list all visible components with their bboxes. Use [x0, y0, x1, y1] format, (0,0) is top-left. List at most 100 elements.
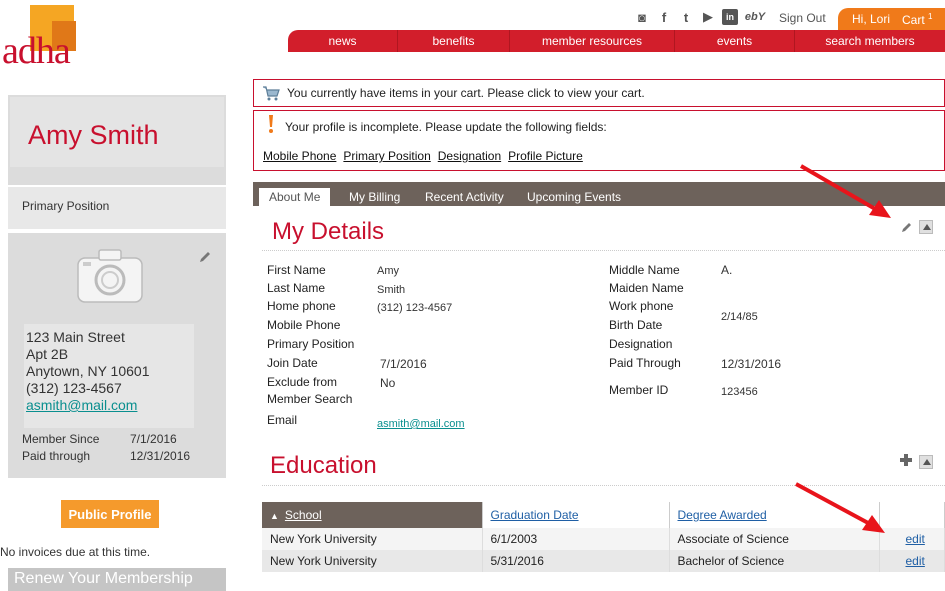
twitter-icon[interactable]: t	[678, 9, 694, 25]
cart-link[interactable]: Cart 1	[902, 12, 932, 27]
exclude-label-line1: Exclude from	[267, 375, 338, 389]
table-row: New York University 5/31/2016 Bachelor o…	[262, 550, 945, 572]
tab-about-me[interactable]: About Me	[259, 188, 331, 206]
last-name-value: Smith	[377, 284, 406, 296]
member-id-value: 123456	[721, 386, 758, 398]
primary-position-card: Primary Position	[8, 187, 226, 229]
tab-recent-activity[interactable]: Recent Activity	[415, 188, 514, 206]
missing-field-profile-picture[interactable]: Profile Picture	[508, 149, 583, 163]
member-since-label: Member Since	[22, 432, 100, 446]
logo-text: adha	[2, 30, 71, 72]
social-links: ◙ f t ▶ in ebY	[634, 8, 766, 26]
edit-photo-pencil-icon[interactable]	[198, 250, 212, 264]
mobile-phone-label: Mobile Phone	[267, 318, 341, 332]
facebook-icon[interactable]: f	[656, 9, 672, 25]
missing-fields-list: Mobile Phone Primary Position Designatio…	[263, 149, 583, 163]
join-date-label: Join Date	[267, 356, 318, 370]
shopping-cart-icon	[263, 86, 280, 101]
profile-incomplete-text: Your profile is incomplete. Please updat…	[285, 120, 607, 134]
missing-field-mobile-phone[interactable]: Mobile Phone	[263, 149, 336, 163]
tab-my-billing[interactable]: My Billing	[339, 188, 410, 206]
tab-upcoming-events[interactable]: Upcoming Events	[517, 188, 631, 206]
address-street: 123 Main Street	[26, 329, 125, 345]
user-cart-tab[interactable]: Hi, Lori Cart 1	[838, 8, 945, 30]
add-education-plus-icon[interactable]	[900, 454, 912, 466]
column-school-label: School	[284, 508, 322, 522]
cart-notice[interactable]: You currently have items in your cart. P…	[253, 79, 945, 107]
address-block: 123 Main Street Apt 2B Anytown, NY 10601…	[24, 324, 194, 428]
middle-name-value: A.	[721, 263, 733, 277]
no-invoices-text: No invoices due at this time.	[0, 545, 151, 559]
nav-item-benefits[interactable]: benefits	[398, 30, 510, 52]
public-profile-button[interactable]: Public Profile	[61, 500, 159, 528]
missing-field-designation[interactable]: Designation	[438, 149, 501, 163]
first-name-value: Amy	[377, 265, 399, 277]
cell-degree: Bachelor of Science	[669, 550, 880, 572]
member-name: Amy Smith	[28, 120, 159, 150]
details-divider	[262, 250, 945, 251]
cell-school: New York University	[262, 550, 483, 572]
nav-item-news[interactable]: news	[288, 30, 398, 52]
address-phone: (312) 123-4567	[26, 380, 122, 396]
ebay-icon[interactable]: ebY	[744, 9, 766, 25]
cart-label: Cart	[902, 12, 925, 27]
camera-icon[interactable]	[77, 248, 143, 303]
address-city: Anytown, NY 10601	[26, 363, 150, 379]
my-details-heading: My Details	[272, 218, 385, 245]
middle-name-label: Middle Name	[609, 263, 680, 277]
paid-through-label: Paid through	[22, 449, 91, 463]
education-heading: Education	[270, 452, 377, 479]
designation-label: Designation	[609, 337, 673, 351]
linkedin-icon[interactable]: in	[722, 9, 738, 25]
address-apt: Apt 2B	[26, 346, 69, 362]
maiden-name-label: Maiden Name	[609, 281, 684, 295]
membership-dates: Member Since 7/1/2016 Paid through 12/31/2…	[22, 432, 190, 466]
missing-field-primary-position[interactable]: Primary Position	[343, 149, 430, 163]
join-date-value: 7/1/2016	[380, 357, 427, 371]
collapse-up-icon	[923, 224, 931, 230]
work-phone-label: Work phone	[609, 299, 674, 313]
email-link[interactable]: asmith@mail.com	[377, 418, 465, 430]
nav-item-search-members[interactable]: search members	[795, 30, 945, 52]
nav-item-member-resources[interactable]: member resources	[510, 30, 675, 52]
home-phone-value: (312) 123-4567	[377, 302, 453, 314]
adha-logo[interactable]: adha	[0, 5, 85, 72]
last-name-label: Last Name	[267, 281, 326, 295]
annotation-arrow-icon	[795, 482, 885, 533]
member-name-card: Amy Smith	[8, 95, 226, 185]
column-graduation-date[interactable]: Graduation Date	[482, 502, 670, 528]
birth-date-value: 2/14/85	[721, 311, 758, 323]
email-label: Email	[267, 413, 298, 427]
exclude-value: No	[380, 376, 396, 390]
home-phone-label: Home phone	[267, 299, 336, 313]
paid-through-value: 12/31/2016	[130, 449, 191, 463]
instagram-icon[interactable]: ◙	[634, 9, 650, 25]
member-since-value: 7/1/2016	[130, 432, 177, 446]
column-school[interactable]: ▲ School	[262, 502, 483, 528]
cell-graduation-date: 5/31/2016	[482, 550, 670, 572]
paid-through-field-label: Paid Through	[609, 356, 681, 370]
edit-details-pencil-icon[interactable]	[901, 221, 913, 233]
user-greeting[interactable]: Hi, Lori	[852, 12, 890, 26]
youtube-icon[interactable]: ▶	[700, 9, 716, 25]
annotation-arrow-icon	[799, 164, 891, 218]
primary-position-label: Primary Position	[22, 199, 110, 213]
collapse-details-button[interactable]	[919, 220, 933, 234]
paid-through-field-value: 12/31/2016	[721, 357, 782, 371]
renew-membership-button[interactable]: Renew Your Membership	[8, 568, 226, 591]
edit-education-link[interactable]: edit	[879, 550, 945, 572]
nav-item-events[interactable]: events	[675, 30, 795, 52]
sign-out-link[interactable]: Sign Out	[779, 11, 826, 25]
collapse-up-icon	[923, 459, 931, 465]
collapse-education-button[interactable]	[919, 455, 933, 469]
primary-position-field-label: Primary Position	[267, 337, 355, 351]
exclude-label-line2: Member Search	[267, 392, 353, 406]
address-email-link[interactable]: asmith@mail.com	[26, 397, 137, 413]
birth-date-label: Birth Date	[609, 318, 663, 332]
renew-membership-label: Renew Your Membership	[14, 570, 193, 587]
sort-ascending-icon: ▲	[270, 511, 279, 521]
member-id-label: Member ID	[609, 383, 669, 397]
cell-school: New York University	[262, 528, 483, 550]
first-name-label: First Name	[267, 263, 326, 277]
warning-exclamation-icon	[269, 115, 273, 133]
